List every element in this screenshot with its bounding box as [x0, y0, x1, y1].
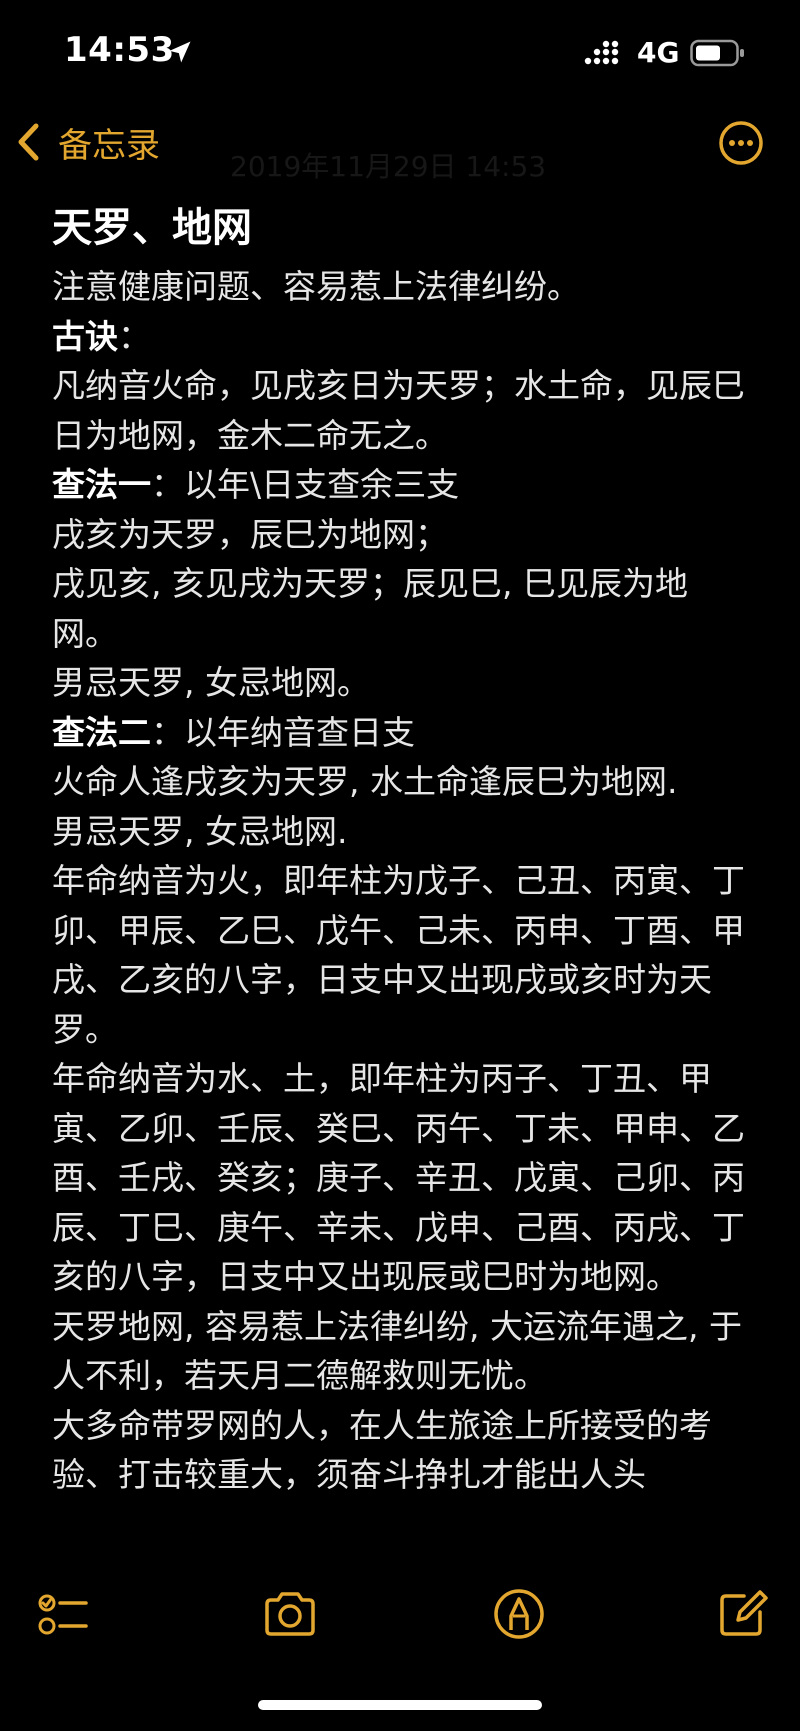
note-body[interactable]: 天罗、地网 注意健康问题、容易惹上法律纠纷。 古诀： 凡纳音火命，见戌亥日为天罗…: [52, 198, 752, 1580]
compose-icon: [720, 1590, 768, 1636]
note-line: 古诀：: [52, 316, 151, 356]
location-arrow-icon: [169, 41, 191, 63]
note-line: 年命纳音为水、土，即年柱为丙子、丁丑、甲寅、乙卯、壬辰、癸巳、丙午、丁未、甲申、…: [52, 1059, 745, 1296]
ellipsis-circle-icon[interactable]: [718, 120, 764, 166]
nav-bar: 备忘录 2019年11月29日 14:53: [0, 100, 800, 183]
note-timestamp: 2019年11月29日 14:53: [230, 150, 547, 183]
home-indicator: [258, 1700, 542, 1710]
note-line: 凡纳音火命，见戌亥日为天罗；水土命，见辰巳日为地网，金木二命无之。: [52, 366, 745, 455]
note-line: 男忌天罗, 女忌地网。: [52, 663, 370, 702]
note-line: 火命人逢戌亥为天罗, 水土命逢辰巳为地网.: [52, 762, 678, 801]
battery-icon: [690, 39, 744, 67]
checklist-button[interactable]: [36, 1586, 92, 1642]
cellular-signal-icon: [584, 40, 619, 65]
note-line: 天罗地网, 容易惹上法律纠纷, 大运流年遇之, 于人不利，若天月二德解救则无忧。: [52, 1306, 742, 1396]
checklist-icon: [38, 1594, 88, 1635]
markup-pen-icon: [494, 1589, 544, 1639]
compose-button[interactable]: [714, 1586, 770, 1642]
chevron-left-icon: [18, 123, 39, 161]
back-label: 备忘录: [58, 125, 160, 166]
note-line: 大多命带罗网的人，在人生旅途上所接受的考验、打击较重大，须奋斗挣扎才能出人头: [52, 1405, 712, 1495]
note-line: 戌亥为天罗，辰巳为地网；: [52, 514, 448, 554]
note-line: 注意健康问题、容易惹上法律纠纷。: [52, 267, 580, 306]
back-button[interactable]: 备忘录: [14, 114, 160, 170]
status-bar: 14:53 4G: [0, 0, 800, 100]
camera-button[interactable]: [262, 1586, 318, 1642]
markup-button[interactable]: [491, 1586, 547, 1642]
note-line: 戌见亥, 亥见戌为天罗；辰见巳, 巳见辰为地网。: [52, 564, 688, 653]
note-line: 查法二：以年纳音查日支: [52, 712, 415, 752]
network-label: 4G: [637, 36, 680, 69]
note-line: 查法一：以年\日支查余三支: [52, 465, 460, 504]
bottom-toolbar: [0, 1580, 800, 1680]
camera-icon: [265, 1592, 315, 1636]
note-line: 男忌天罗, 女忌地网.: [52, 811, 348, 851]
note-line: 年命纳音为火，即年柱为戊子、己丑、丙寅、丁卯、甲辰、乙巳、戊午、己未、丙申、丁酉…: [52, 861, 745, 1049]
status-time: 14:53: [64, 30, 175, 70]
note-title: 天罗、地网: [52, 205, 252, 251]
